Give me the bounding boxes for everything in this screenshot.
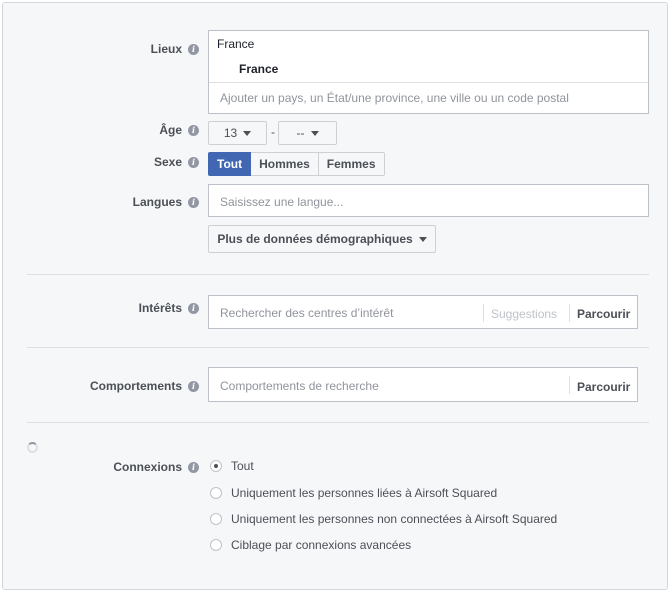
interests-separator <box>483 304 484 322</box>
lieux-label: Lieux i <box>3 41 199 57</box>
language-input-placeholder: Saisissez une langue... <box>220 195 344 209</box>
caret-down-icon <box>418 236 427 242</box>
radio-button[interactable] <box>210 513 222 525</box>
info-icon[interactable]: i <box>188 380 199 392</box>
connection-option-label: Uniquement les personnes non connectées … <box>231 512 558 526</box>
age-max-value: -- <box>296 126 305 140</box>
age-separator: - <box>271 125 275 139</box>
connexions-label-text: Connexions <box>113 460 182 474</box>
langues-label: Langues i <box>3 194 199 210</box>
interests-separator <box>569 304 570 322</box>
interests-browse-link[interactable]: Parcourir <box>577 307 630 321</box>
interests-input[interactable]: Rechercher des centres d’intérêt <box>220 306 393 320</box>
interets-label-text: Intérêts <box>138 301 182 315</box>
more-demographics-button[interactable]: Plus de données démographiques <box>208 225 436 253</box>
sexe-label-text: Sexe <box>153 155 182 169</box>
behaviors-input[interactable]: Comportements de recherche <box>220 379 379 393</box>
connection-option-label: Ciblage par connexions avancées <box>231 538 412 552</box>
caret-down-icon <box>243 130 252 136</box>
gender-option-tout[interactable]: Tout <box>208 152 252 176</box>
info-icon[interactable]: i <box>188 461 199 473</box>
age-min-dropdown[interactable]: 13 <box>208 121 267 145</box>
connection-option-label: Tout <box>231 459 254 473</box>
gender-option-hommes[interactable]: Hommes <box>251 152 319 176</box>
comportements-label: Comportements i <box>3 378 199 394</box>
location-divider <box>209 82 648 83</box>
lieux-label-text: Lieux <box>150 42 182 56</box>
loading-spinner-icon <box>27 442 38 453</box>
radio-button-checked[interactable] <box>210 460 222 472</box>
connection-option-all[interactable]: Tout <box>210 459 254 473</box>
info-icon[interactable]: i <box>188 43 199 55</box>
info-icon[interactable]: i <box>188 302 199 314</box>
gender-option-femmes[interactable]: Femmes <box>318 152 385 176</box>
section-divider <box>27 422 649 423</box>
language-input[interactable]: Saisissez une langue... <box>208 184 649 217</box>
caret-down-icon <box>310 130 319 136</box>
connection-option-not-connected[interactable]: Uniquement les personnes non connectées … <box>210 512 557 526</box>
section-divider <box>27 274 649 275</box>
connexions-label: Connexions i <box>3 459 199 475</box>
connection-option-advanced[interactable]: Ciblage par connexions avancées <box>210 538 411 552</box>
info-icon[interactable]: i <box>188 156 199 168</box>
location-selected-item[interactable]: France <box>239 62 278 76</box>
section-divider <box>27 347 649 348</box>
age-max-dropdown[interactable]: -- <box>278 121 337 145</box>
gender-selector: Tout Hommes Femmes <box>208 152 385 176</box>
behaviors-browse-link[interactable]: Parcourir <box>577 380 630 394</box>
more-demographics-label: Plus de données démographiques <box>217 232 413 246</box>
age-label-text: Âge <box>159 123 182 137</box>
targeting-panel: Lieux i France France Ajouter un pays, u… <box>2 2 668 590</box>
behaviors-box: Comportements de recherche Parcourir <box>208 367 638 402</box>
sexe-label: Sexe i <box>3 154 199 170</box>
behaviors-separator <box>569 376 570 394</box>
interests-box: Rechercher des centres d’intérêt Suggest… <box>208 295 638 329</box>
connection-option-connected[interactable]: Uniquement les personnes liées à Airsoft… <box>210 486 497 500</box>
radio-button[interactable] <box>210 539 222 551</box>
radio-button[interactable] <box>210 487 222 499</box>
age-label: Âge i <box>3 122 199 138</box>
connection-option-label: Uniquement les personnes liées à Airsoft… <box>231 486 498 500</box>
location-header: France <box>217 37 255 51</box>
location-input[interactable]: Ajouter un pays, un État/une province, u… <box>220 91 569 105</box>
info-icon[interactable]: i <box>188 196 199 208</box>
langues-label-text: Langues <box>132 195 182 209</box>
age-min-value: 13 <box>223 126 238 140</box>
location-box: France France Ajouter un pays, un État/u… <box>208 30 649 114</box>
interets-label: Intérêts i <box>3 300 199 316</box>
info-icon[interactable]: i <box>188 124 199 136</box>
comportements-label-text: Comportements <box>89 379 182 393</box>
suggestions-link[interactable]: Suggestions <box>491 307 557 321</box>
